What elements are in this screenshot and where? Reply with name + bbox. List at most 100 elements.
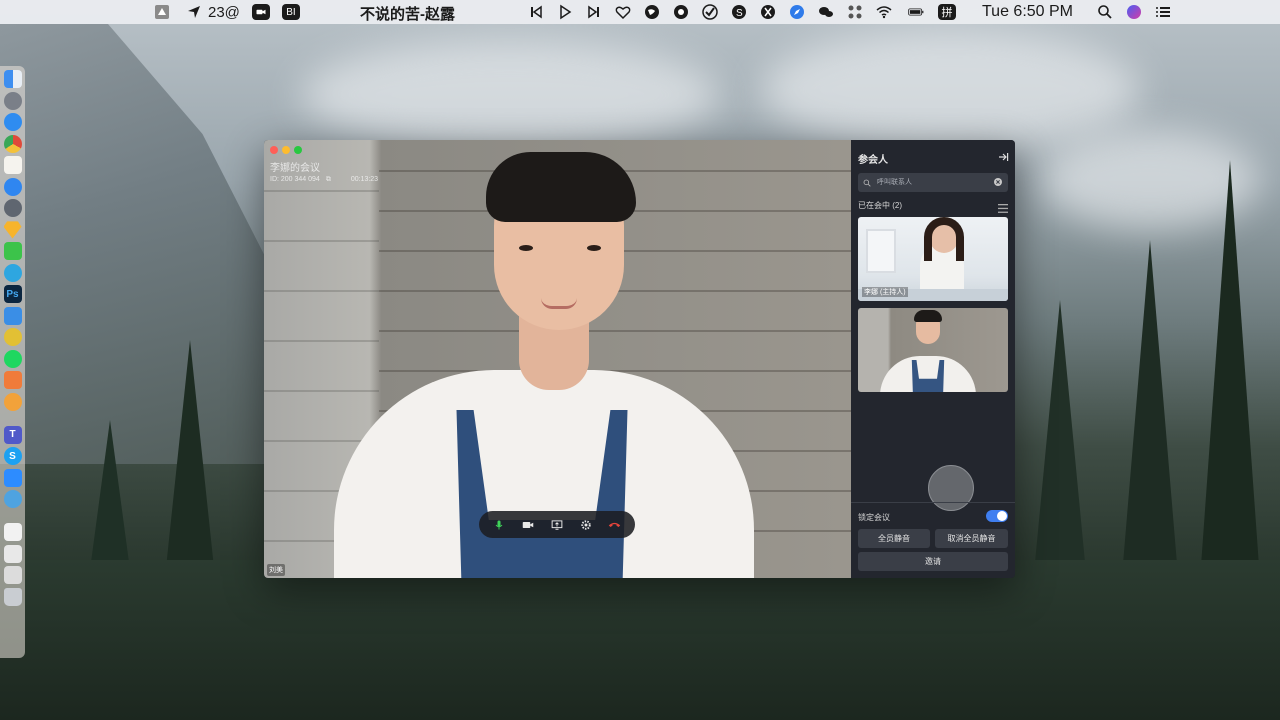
unmute-all-button[interactable]: 取消全员静音 [935, 529, 1008, 548]
panel-title: 参会人 [858, 155, 888, 166]
lock-meeting-toggle[interactable] [986, 510, 1008, 522]
invite-button[interactable]: 邀请 [858, 552, 1008, 571]
notepad-icon[interactable] [3, 544, 22, 563]
participant-name: 李娜 (主持人) [862, 287, 908, 297]
wechat-dock-icon[interactable] [3, 242, 22, 260]
speaker-mouth [541, 298, 577, 309]
meeting-title: 李娜的会议 [270, 163, 320, 174]
clear-search-icon[interactable] [994, 178, 1002, 186]
speaker-hair [486, 152, 636, 222]
appstore-icon[interactable] [3, 177, 22, 196]
bi-icon[interactable]: BI [281, 4, 300, 20]
document-icon[interactable] [3, 523, 22, 541]
host-hair [924, 217, 964, 261]
camera-icon[interactable] [520, 517, 536, 533]
notification-count[interactable]: 23@ [208, 4, 240, 21]
svg-text:S: S [736, 8, 743, 19]
meeting-id[interactable]: ID: 200 344 094 [270, 176, 320, 184]
heart-icon[interactable] [613, 3, 633, 21]
input-method-icon[interactable]: 拼 [938, 4, 956, 20]
prev-track-icon[interactable] [526, 3, 546, 21]
preview-icon[interactable] [3, 566, 22, 584]
slack-icon[interactable] [3, 328, 22, 346]
qq-icon[interactable] [3, 306, 22, 325]
battery-icon[interactable] [903, 3, 929, 21]
location-icon[interactable] [184, 3, 204, 21]
settings-gear-icon[interactable] [578, 517, 594, 533]
speaker-eye [519, 245, 533, 251]
call-controls [479, 511, 635, 538]
globe-icon[interactable] [642, 3, 662, 21]
brick-line [264, 390, 379, 392]
app2-icon[interactable] [758, 3, 778, 21]
brick-line [264, 340, 379, 342]
brick-line [264, 290, 379, 292]
photoshop-icon[interactable]: Ps [3, 285, 22, 303]
search-icon[interactable] [1095, 3, 1115, 21]
app-icon[interactable] [671, 3, 691, 21]
speaker-eye [587, 245, 601, 251]
teams-icon[interactable]: T [3, 425, 22, 444]
brick-line [264, 240, 379, 242]
vpn-icon[interactable] [3, 392, 22, 411]
menu-clock[interactable]: Tue 6:50 PM [982, 3, 1073, 21]
menu-bar-left: 23@ BI [0, 3, 300, 21]
meeting-duration: 00:13:23 [350, 176, 379, 183]
main-video[interactable]: 李娜的会议 ID: 200 344 094 ⧉ 00:13:23 刘美 [264, 140, 851, 578]
collapse-panel-icon[interactable] [997, 150, 1009, 162]
play-icon[interactable] [555, 3, 575, 21]
check-icon[interactable] [700, 3, 720, 21]
zoom-icon[interactable] [251, 4, 270, 20]
brick-line [264, 190, 379, 192]
chrome-icon[interactable] [3, 134, 22, 153]
trash-icon[interactable] [3, 587, 22, 606]
menu-bar-right: S 拼 Tue 6:50 PM [526, 0, 1182, 24]
in-meeting-label: 已在会中 (2) [858, 201, 902, 210]
list-view-icon[interactable] [998, 200, 1008, 213]
script-editor-icon[interactable] [3, 371, 22, 389]
skype-icon[interactable]: S [729, 3, 749, 21]
zoom-dock-icon[interactable] [3, 468, 22, 487]
mute-all-button[interactable]: 全员静音 [858, 529, 930, 548]
wallpaper-forest [0, 560, 1280, 720]
telegram-icon[interactable] [3, 263, 22, 282]
safari-icon[interactable] [3, 113, 22, 131]
zoom-window-button[interactable] [294, 146, 302, 154]
participant-tile[interactable] [858, 308, 1008, 392]
wifi-icon[interactable] [874, 3, 894, 21]
compass-icon[interactable] [787, 3, 807, 21]
finder-dock-icon[interactable] [3, 70, 22, 88]
copy-icon[interactable]: ⧉ [326, 176, 331, 184]
contact-search-input[interactable] [875, 178, 989, 187]
share-screen-icon[interactable] [549, 517, 565, 533]
wallpaper-cloud [300, 40, 720, 150]
room-window [866, 229, 896, 273]
floating-avatar[interactable] [928, 465, 974, 511]
finder-icon[interactable] [152, 3, 172, 21]
now-playing-title[interactable]: 不说的苦-赵露 [360, 3, 455, 24]
menu-icon[interactable] [1153, 3, 1173, 21]
brick-line [379, 330, 851, 332]
next-track-icon[interactable] [584, 3, 604, 21]
participant-tile[interactable]: 李娜 (主持人) [858, 217, 1008, 301]
contact-search [858, 173, 1008, 192]
spotify-icon[interactable] [3, 349, 22, 368]
close-window-button[interactable] [270, 146, 278, 154]
meeting-meta: ID: 200 344 094 ⧉ 00:13:23 [270, 176, 378, 184]
hang-up-icon[interactable] [607, 517, 623, 533]
speaker-name-tag: 刘美 [267, 564, 285, 576]
control-icon[interactable] [845, 3, 865, 21]
wechat-icon[interactable] [816, 3, 836, 21]
system-preferences-icon[interactable] [3, 199, 22, 217]
notes-icon[interactable] [3, 156, 22, 174]
launchpad-icon[interactable] [3, 91, 22, 110]
participant-hair [914, 310, 942, 322]
skype-dock-icon[interactable]: S [3, 447, 22, 465]
siri-icon[interactable] [1124, 3, 1144, 21]
microphone-icon[interactable] [491, 517, 507, 533]
sketch-icon[interactable] [3, 221, 22, 239]
search-icon [863, 179, 871, 187]
safari2-icon[interactable] [3, 490, 22, 508]
menu-bar: 23@ BI 不说的苦-赵露 S 拼 Tue 6:50 PM [0, 0, 1280, 24]
minimize-window-button[interactable] [282, 146, 290, 154]
